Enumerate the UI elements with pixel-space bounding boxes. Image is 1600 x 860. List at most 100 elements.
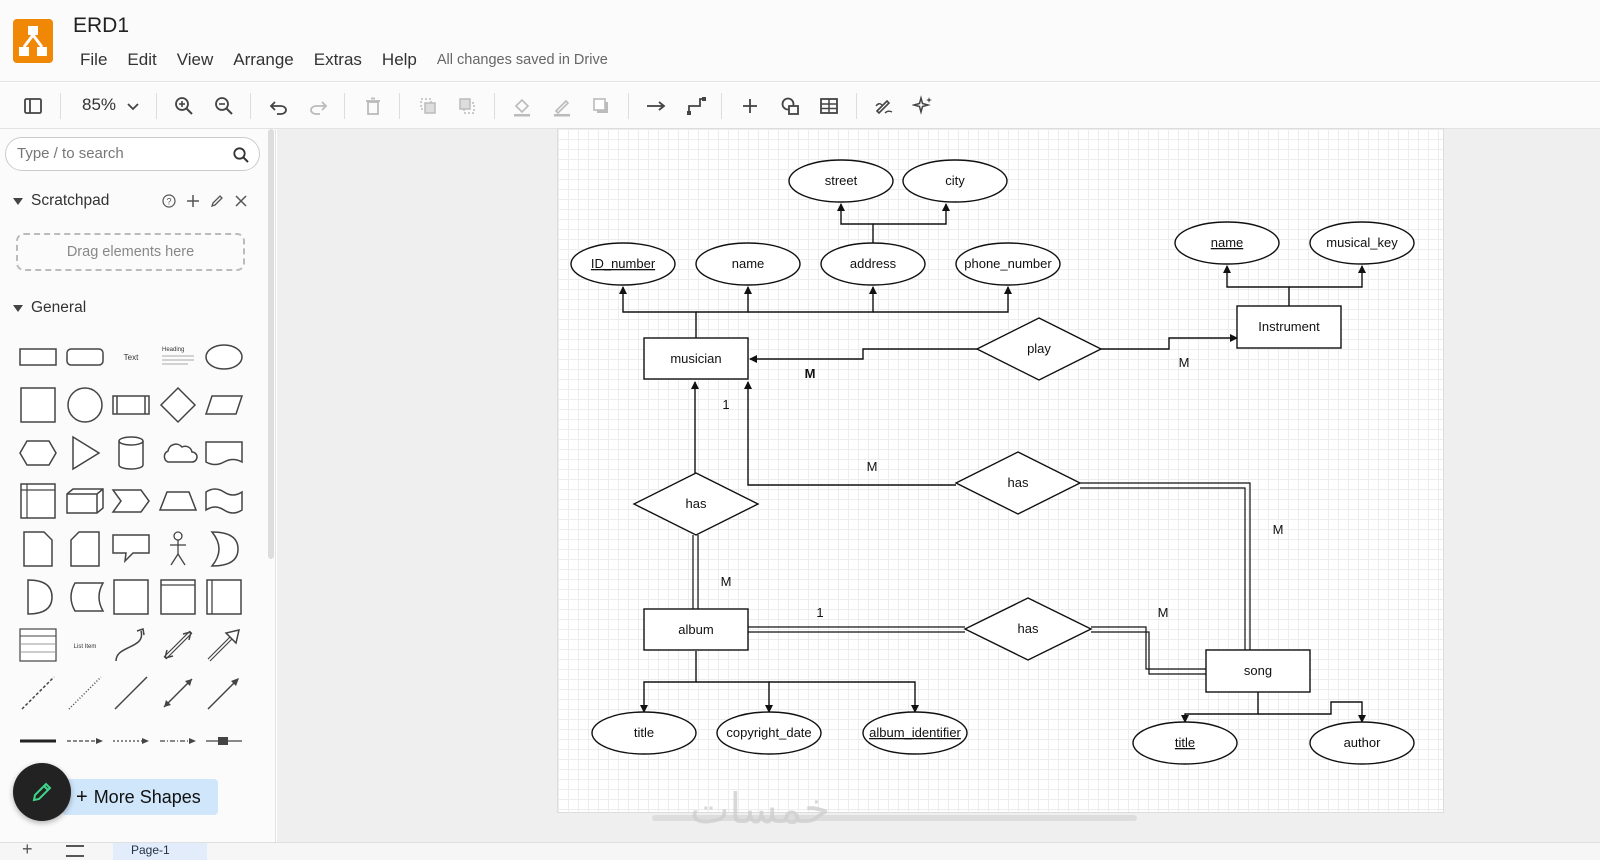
format-panel-icon[interactable] bbox=[18, 91, 48, 121]
shape-card[interactable] bbox=[62, 526, 108, 572]
shape-rectangle[interactable] bbox=[15, 334, 61, 380]
shape-hexagon[interactable] bbox=[15, 430, 61, 476]
shape-cube[interactable] bbox=[62, 478, 108, 524]
close-icon[interactable] bbox=[229, 192, 253, 210]
menu-extras[interactable]: Extras bbox=[314, 50, 362, 70]
shape-cylinder[interactable] bbox=[108, 430, 154, 476]
shape-delay[interactable] bbox=[15, 574, 61, 620]
shape-curve[interactable] bbox=[108, 622, 154, 668]
more-shapes-button[interactable]: + More Shapes bbox=[62, 779, 218, 815]
menu-help[interactable]: Help bbox=[382, 50, 417, 70]
menu-view[interactable]: View bbox=[177, 50, 214, 70]
shape-edge-dotted[interactable] bbox=[108, 718, 154, 764]
edge-play-musician[interactable] bbox=[749, 348, 977, 363]
shape-square[interactable] bbox=[15, 382, 61, 428]
menu-file[interactable]: File bbox=[80, 50, 107, 70]
shape-note[interactable] bbox=[15, 526, 61, 572]
shape-or[interactable] bbox=[201, 526, 247, 572]
zoom-in-icon[interactable] bbox=[169, 91, 199, 121]
shape-cloud[interactable] bbox=[155, 430, 201, 476]
shape-list-item[interactable]: List Item bbox=[62, 622, 108, 668]
shape-line[interactable] bbox=[108, 670, 154, 716]
search-input[interactable] bbox=[17, 145, 217, 162]
shape-container[interactable] bbox=[108, 574, 154, 620]
shape-actor[interactable] bbox=[155, 526, 201, 572]
page-tab[interactable]: Page-1 bbox=[113, 843, 207, 860]
undo-icon[interactable] bbox=[264, 91, 294, 121]
search-icon[interactable] bbox=[232, 146, 250, 169]
edge-album-copyright[interactable] bbox=[696, 681, 773, 713]
save-status[interactable]: All changes saved in Drive bbox=[437, 52, 608, 68]
menu-edit[interactable]: Edit bbox=[127, 50, 156, 70]
shadow-icon[interactable] bbox=[586, 91, 616, 121]
shapes-icon[interactable] bbox=[775, 91, 805, 121]
shape-step[interactable] bbox=[108, 478, 154, 524]
shape-callout[interactable] bbox=[108, 526, 154, 572]
shape-bidirectional-connector[interactable] bbox=[155, 670, 201, 716]
shape-internal-storage[interactable] bbox=[15, 478, 61, 524]
shape-circle[interactable] bbox=[62, 382, 108, 428]
shape-data-storage[interactable] bbox=[62, 574, 108, 620]
shape-dotted-line[interactable] bbox=[62, 670, 108, 716]
edit-pencil-fab[interactable] bbox=[13, 763, 71, 821]
shape-link[interactable] bbox=[15, 718, 61, 764]
to-back-icon[interactable] bbox=[452, 91, 482, 121]
pages-menu-icon[interactable] bbox=[66, 845, 84, 857]
edge-instrument-key[interactable] bbox=[1289, 265, 1366, 288]
edge-address-city[interactable] bbox=[873, 203, 950, 225]
shape-heading[interactable]: Heading bbox=[155, 334, 201, 380]
edge-has2-musician[interactable] bbox=[744, 381, 956, 486]
shape-dashed-line[interactable] bbox=[15, 670, 61, 716]
shape-bidirectional-arrow[interactable] bbox=[155, 622, 201, 668]
menu-arrange[interactable]: Arrange bbox=[233, 50, 293, 70]
document-title[interactable]: ERD1 bbox=[73, 14, 129, 38]
edge-musician-id[interactable] bbox=[619, 286, 697, 340]
edge-musician-address[interactable] bbox=[748, 286, 877, 313]
shape-diamond[interactable] bbox=[155, 382, 201, 428]
shape-text[interactable]: Text bbox=[108, 334, 154, 380]
edge-album-identifier[interactable] bbox=[769, 681, 919, 713]
table-icon[interactable] bbox=[814, 91, 844, 121]
edit-pencil-icon[interactable] bbox=[205, 192, 229, 210]
drawio-logo[interactable] bbox=[13, 19, 53, 63]
shape-document[interactable] bbox=[201, 430, 247, 476]
diagram-page[interactable]: street city ID_number name address phone… bbox=[557, 128, 1444, 813]
edge-musician-phone[interactable] bbox=[873, 286, 1012, 313]
connection-arrow-icon[interactable] bbox=[641, 91, 671, 121]
freehand-pen-icon[interactable] bbox=[869, 91, 899, 121]
edge-song-author[interactable] bbox=[1258, 701, 1366, 723]
shape-swimlane[interactable] bbox=[155, 574, 201, 620]
scratchpad-header[interactable]: Scratchpad bbox=[13, 192, 109, 210]
to-front-icon[interactable] bbox=[413, 91, 443, 121]
shape-triangle[interactable] bbox=[62, 430, 108, 476]
shape-process[interactable] bbox=[108, 382, 154, 428]
edge-song-title[interactable] bbox=[1181, 692, 1259, 723]
shape-arrow[interactable] bbox=[201, 622, 247, 668]
chevron-down-icon[interactable] bbox=[118, 91, 148, 121]
insert-plus-icon[interactable] bbox=[735, 91, 765, 121]
shape-trapezoid[interactable] bbox=[155, 478, 201, 524]
line-color-icon[interactable] bbox=[547, 91, 577, 121]
edge-address-street[interactable] bbox=[837, 203, 874, 244]
add-icon[interactable] bbox=[181, 192, 205, 210]
sparkle-ai-icon[interactable] bbox=[908, 91, 938, 121]
shape-edge-dashdot[interactable] bbox=[155, 718, 201, 764]
edge-instrument-name[interactable] bbox=[1223, 265, 1290, 307]
shape-rounded-rectangle[interactable] bbox=[62, 334, 108, 380]
zoom-level[interactable]: 85% bbox=[82, 95, 116, 115]
shape-parallelogram[interactable] bbox=[201, 382, 247, 428]
edge-album-title[interactable] bbox=[640, 651, 697, 713]
waypoints-icon[interactable] bbox=[681, 91, 711, 121]
sidebar-scrollbar[interactable] bbox=[268, 129, 274, 559]
edge-musician-name[interactable] bbox=[696, 286, 752, 313]
shape-vertical-container[interactable] bbox=[201, 574, 247, 620]
shape-ellipse[interactable] bbox=[201, 334, 247, 380]
general-header[interactable]: General bbox=[13, 299, 86, 317]
redo-icon[interactable] bbox=[303, 91, 333, 121]
shape-directional-connector[interactable] bbox=[201, 670, 247, 716]
edge-play-instrument[interactable] bbox=[1101, 334, 1238, 350]
shape-edge-dashed[interactable] bbox=[62, 718, 108, 764]
fill-color-icon[interactable] bbox=[507, 91, 537, 121]
zoom-out-icon[interactable] bbox=[209, 91, 239, 121]
delete-icon[interactable] bbox=[358, 91, 388, 121]
